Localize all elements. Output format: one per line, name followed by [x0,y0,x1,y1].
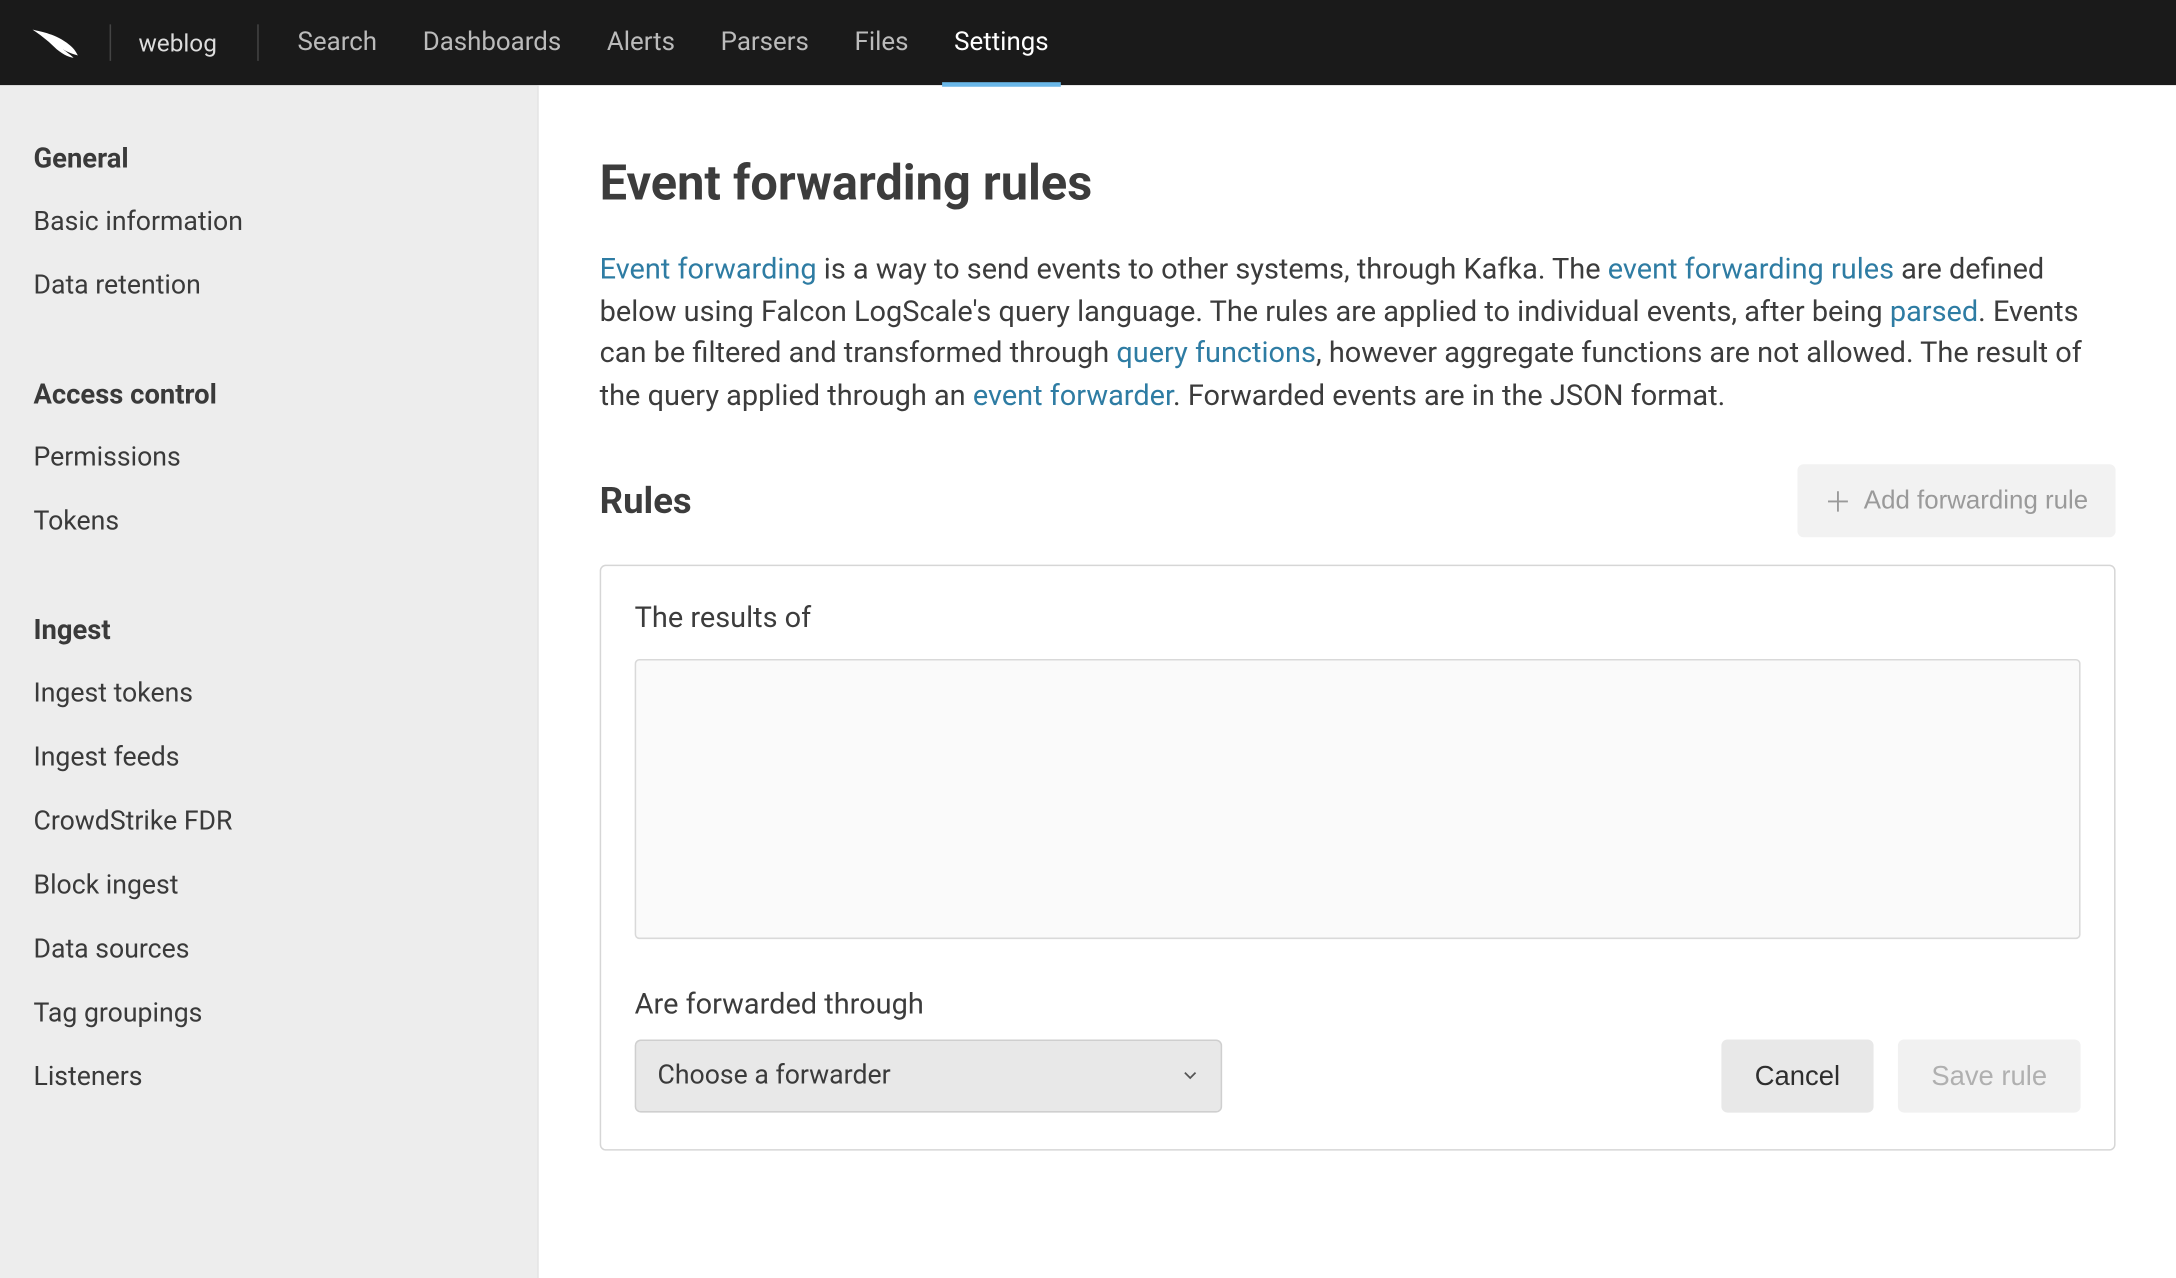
sidebar-item-permissions[interactable]: Permissions [0,426,537,490]
link-event-forwarding[interactable]: Event forwarding [600,251,817,286]
add-forwarding-rule-button[interactable]: ＋ Add forwarding rule [1797,464,2116,537]
rules-header: Rules ＋ Add forwarding rule [600,464,2116,537]
main-content: Event forwarding rules Event forwarding … [539,85,2176,1278]
intro-text: . Forwarded events are in the JSON forma… [1173,377,1725,412]
sidebar-heading: Access control [0,370,537,426]
sidebar: General Basic information Data retention… [0,85,539,1278]
cancel-button[interactable]: Cancel [1721,1040,1873,1113]
rule-card: The results of Are forwarded through Cho… [600,565,2116,1151]
product-name[interactable]: weblog [139,28,245,57]
sidebar-item-basic-information[interactable]: Basic information [0,190,537,254]
rule-actions: Cancel Save rule [1721,1040,2080,1113]
link-parsed[interactable]: parsed [1890,293,1978,328]
intro-paragraph: Event forwarding is a way to send events… [600,248,2116,416]
sidebar-item-listeners[interactable]: Listeners [0,1046,537,1110]
nav-dashboards[interactable]: Dashboards [423,0,562,85]
intro-text: is a way to send events to other systems… [817,251,1608,286]
sidebar-item-tokens[interactable]: Tokens [0,490,537,554]
divider [256,24,258,61]
link-query-functions[interactable]: query functions [1116,335,1316,370]
results-label: The results of [635,600,2081,635]
plus-icon: ＋ [1824,481,1851,521]
forwarder-select[interactable]: Choose a forwarder [635,1040,1222,1113]
falcon-icon [30,24,82,61]
nav-search[interactable]: Search [298,0,378,85]
rules-title: Rules [600,480,692,523]
sidebar-heading: General [0,134,537,190]
sidebar-section-access-control: Access control Permissions Tokens [0,370,537,554]
add-button-label: Add forwarding rule [1864,486,2088,516]
nav-alerts[interactable]: Alerts [607,0,675,85]
link-event-forwarder[interactable]: event forwarder [973,377,1173,412]
top-nav: weblog Search Dashboards Alerts Parsers … [0,0,2176,85]
brand-logo[interactable] [30,24,109,61]
save-rule-button[interactable]: Save rule [1898,1040,2081,1113]
forward-label: Are forwarded through [635,987,1222,1022]
nav-parsers[interactable]: Parsers [721,0,809,85]
sidebar-item-tag-groupings[interactable]: Tag groupings [0,982,537,1046]
sidebar-item-data-retention[interactable]: Data retention [0,254,537,318]
sidebar-item-ingest-feeds[interactable]: Ingest feeds [0,726,537,790]
forwarder-select-value: Choose a forwarder [658,1061,891,1091]
nav-items: Search Dashboards Alerts Parsers Files S… [298,0,1049,85]
sidebar-section-general: General Basic information Data retention [0,134,537,318]
sidebar-heading: Ingest [0,606,537,662]
sidebar-item-block-ingest[interactable]: Block ingest [0,854,537,918]
nav-settings[interactable]: Settings [954,0,1048,85]
sidebar-item-data-sources[interactable]: Data sources [0,918,537,982]
page-title: Event forwarding rules [600,154,2116,212]
divider [110,24,112,61]
link-event-forwarding-rules[interactable]: event forwarding rules [1608,251,1894,286]
sidebar-item-crowdstrike-fdr[interactable]: CrowdStrike FDR [0,790,537,854]
nav-files[interactable]: Files [855,0,909,85]
sidebar-item-ingest-tokens[interactable]: Ingest tokens [0,662,537,726]
sidebar-section-ingest: Ingest Ingest tokens Ingest feeds CrowdS… [0,606,537,1110]
query-input[interactable] [635,659,2081,939]
